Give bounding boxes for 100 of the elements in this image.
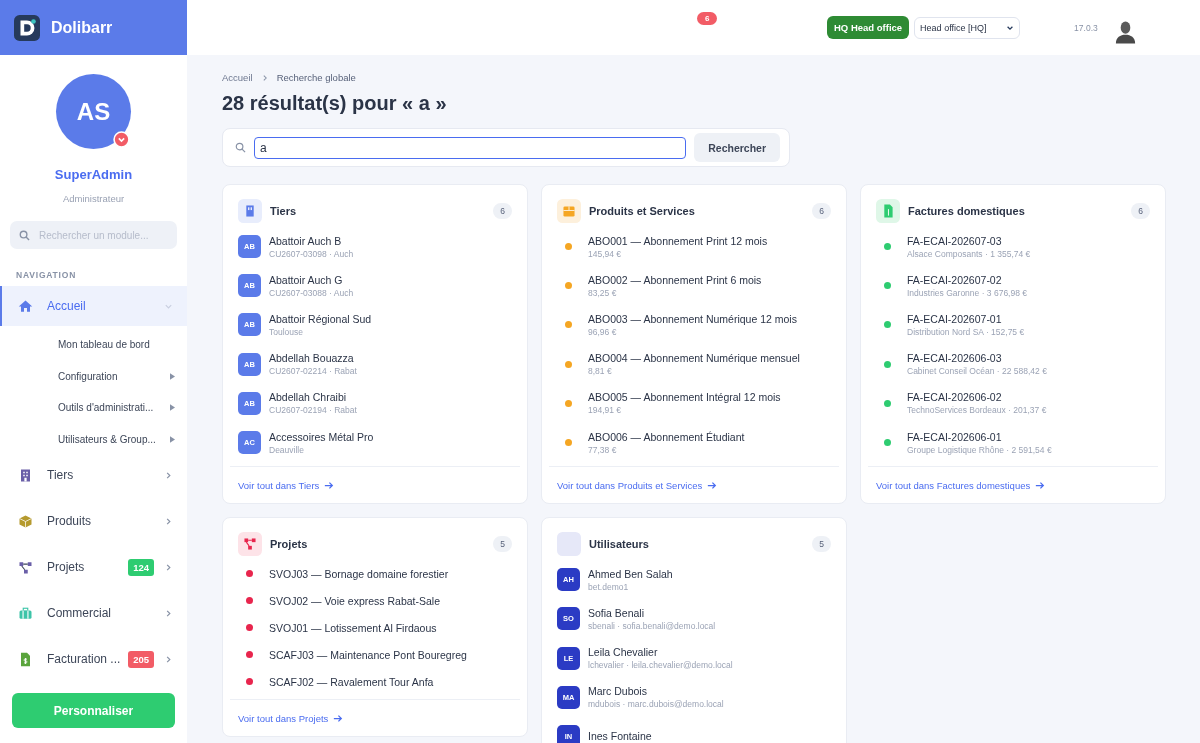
result-title[interactable]: Ahmed Ben Salah <box>588 567 673 580</box>
view-all-link[interactable]: Voir tout dans Tiers <box>238 480 335 492</box>
count-badge: 205 <box>128 650 154 668</box>
result-title[interactable]: Abattoir Régional Sud <box>269 312 372 325</box>
result-detail: 96,96 € <box>588 326 618 337</box>
submenu-item[interactable]: Configuration <box>0 360 187 392</box>
result-detail: CU2607-02194 · Rabat <box>269 405 357 416</box>
result-detail: CU2607-02214 · Rabat <box>269 366 357 377</box>
chevron-right-icon <box>164 470 173 480</box>
result-title[interactable]: Sofia Benali <box>588 606 716 619</box>
result-detail: Cabinet Conseil Océan · 22 588,42 € <box>907 366 1047 377</box>
app-name: Dolibarr <box>51 18 113 37</box>
result-title[interactable]: ABO004 — Abonnement Numérique mensuel <box>588 352 800 365</box>
result-title[interactable]: SCAFJ02 — Ravalement Tour Anfa <box>269 675 434 688</box>
result-detail: sbenali · sofia.benali@demo.local <box>588 620 716 631</box>
result-title[interactable]: ABO003 — Abonnement Numérique 12 mois <box>588 312 797 325</box>
briefcase-icon <box>18 605 33 621</box>
user-name[interactable]: SuperAdmin <box>54 167 133 182</box>
result-title[interactable]: FA-ECAI-202607-03 <box>907 234 1031 247</box>
result-title[interactable]: ABO006 — Abonnement Étudiant <box>588 430 745 443</box>
result-detail: Distribution Nord SA · 152,75 € <box>907 326 1025 337</box>
caret-icon <box>170 404 175 412</box>
result-title[interactable]: Abdellah Chraibi <box>269 391 357 404</box>
search-field[interactable]: a <box>254 136 687 159</box>
page-title: 28 résultat(s) pour « a » <box>222 92 448 115</box>
version-label: 17.0.3 <box>1074 22 1098 33</box>
count-badge: 6 <box>493 203 512 219</box>
count-badge: 124 <box>128 558 154 576</box>
result-title[interactable]: SVOJ03 — Bornage domaine forestier <box>269 567 449 580</box>
result-title[interactable]: Ines Fontaine <box>588 730 652 743</box>
nav-item[interactable]: Projets 124 <box>0 547 187 587</box>
view-all-link[interactable]: Voir tout dans Projets <box>238 713 344 725</box>
result-detail: CU2607-03098 · Auch <box>269 248 354 259</box>
building-icon <box>18 467 33 483</box>
result-title[interactable]: Abattoir Auch B <box>269 234 354 247</box>
card-title: Utilisateurs <box>589 538 650 551</box>
invoice-icon <box>18 651 33 667</box>
card-title: Factures domestiques <box>908 205 1026 217</box>
user-avatar[interactable]: AS <box>56 74 131 149</box>
icon-background <box>557 532 581 557</box>
result-detail: Industries Garonne · 3 676,98 € <box>907 287 1028 298</box>
submenu-item[interactable]: Outils d'administrati... <box>0 392 187 424</box>
breadcrumb-item[interactable]: Accueil <box>222 72 253 83</box>
count-badge: 5 <box>493 536 512 553</box>
nav-item[interactable]: Accueil <box>0 286 187 326</box>
breadcrumb-item: Recherche globale <box>276 72 356 83</box>
entity-badge: HQ Head office <box>827 16 910 39</box>
nav-item[interactable]: Produits <box>0 501 187 541</box>
result-detail: CU2607-03088 · Auch <box>269 287 354 298</box>
card-title: Tiers <box>270 205 298 217</box>
result-detail: Alsace Composants · 1 355,74 € <box>907 248 1031 259</box>
result-title[interactable]: FA-ECAI-202606-03 <box>907 352 1047 365</box>
result-detail: bet.demo1 <box>588 581 630 592</box>
search-button[interactable]: Rechercher <box>694 133 780 162</box>
result-title[interactable]: FA-ECAI-202606-01 <box>907 430 1052 443</box>
chevron-right-icon <box>164 516 173 526</box>
result-title[interactable]: FA-ECAI-202606-02 <box>907 391 1047 404</box>
result-title[interactable]: SVOJ01 — Lotissement Al Firdaous <box>269 621 437 634</box>
view-all-link[interactable]: Voir tout dans Produits et Services <box>557 480 718 492</box>
result-detail: 77,38 € <box>588 444 618 455</box>
chevron-badge-icon[interactable] <box>113 131 130 148</box>
result-title[interactable]: FA-ECAI-202607-02 <box>907 273 1028 286</box>
submenu-item[interactable]: Utilisateurs & Group... <box>0 423 187 455</box>
card-title: Projets <box>270 538 309 551</box>
result-title[interactable]: ABO002 — Abonnement Print 6 mois <box>588 273 762 286</box>
result-title[interactable]: ABO001 — Abonnement Print 12 mois <box>588 234 768 247</box>
home-icon <box>18 298 33 314</box>
result-title[interactable]: ABO005 — Abonnement Intégral 12 mois <box>588 391 781 404</box>
result-detail: mdubois · marc.dubois@demo.local <box>588 699 724 710</box>
result-title[interactable]: SVOJ02 — Voie express Rabat-Sale <box>269 594 440 607</box>
nav-item[interactable]: Commercial <box>0 593 187 633</box>
result-detail: 145,94 € <box>588 248 623 259</box>
arrow-right-icon <box>1035 481 1046 491</box>
card-title: Produits et Services <box>589 205 696 217</box>
result-detail: Toulouse <box>269 326 305 337</box>
network-icon <box>18 559 33 575</box>
nav-item[interactable]: Tiers <box>0 455 187 495</box>
logo-icon <box>14 14 40 41</box>
result-title[interactable]: Marc Dubois <box>588 685 724 698</box>
user-silhouette-icon[interactable] <box>1114 20 1136 44</box>
search-icon <box>235 142 246 153</box>
result-title[interactable]: FA-ECAI-202607-01 <box>907 312 1025 325</box>
result-title[interactable]: Abattoir Auch G <box>269 273 354 286</box>
result-detail: 8,81 € <box>588 366 613 377</box>
nav-item[interactable]: Facturation ... 205 <box>0 639 187 679</box>
submenu-item[interactable]: Mon tableau de bord <box>0 329 187 361</box>
view-all-link[interactable]: Voir tout dans Factures domestiques <box>876 480 1046 492</box>
box-icon <box>557 199 581 223</box>
result-detail: TechnoServices Bordeaux · 201,37 € <box>907 405 1047 416</box>
result-detail: Groupe Logistique Rhône · 2 591,54 € <box>907 444 1052 455</box>
user-role: Administrateur <box>62 193 125 204</box>
result-title[interactable]: Accessoires Métal Pro <box>269 430 374 443</box>
count-badge: 5 <box>812 536 831 553</box>
result-title[interactable]: Leila Chevalier <box>588 646 733 659</box>
result-title[interactable]: Abdellah Bouazza <box>269 352 357 365</box>
result-detail: 194,91 € <box>588 405 623 416</box>
result-title[interactable]: SCAFJ03 — Maintenance Pont Bouregreg <box>269 648 467 661</box>
caret-icon <box>170 372 175 380</box>
entity-select[interactable]: Head office [HQ] <box>914 16 1021 39</box>
chevron-right-icon <box>164 608 173 618</box>
